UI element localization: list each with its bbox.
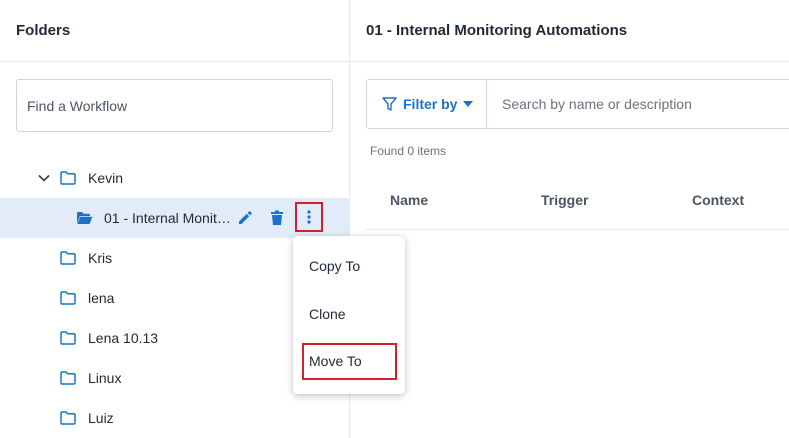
caret-down-icon [463, 101, 474, 107]
filter-icon [382, 97, 397, 111]
workflow-panel: 01 - Internal Monitoring Automations Fil… [350, 0, 789, 438]
tree-item-label: lena [88, 290, 115, 306]
folder-outline-icon [60, 171, 76, 185]
menu-item-clone[interactable]: Clone [309, 306, 346, 322]
table-header: Name Trigger Context [366, 170, 789, 230]
find-workflow-input[interactable] [16, 79, 333, 132]
menu-item-move-to[interactable]: Move To [309, 353, 362, 369]
column-header-context[interactable]: Context [692, 192, 744, 208]
delete-button[interactable] [266, 207, 288, 229]
tree-item-luiz[interactable]: Luiz [0, 398, 349, 438]
workflow-header: 01 - Internal Monitoring Automations [350, 0, 789, 62]
folder-context-menu: Copy To Clone Move To [293, 236, 405, 394]
folders-header: Folders [0, 0, 349, 62]
column-header-trigger[interactable]: Trigger [541, 192, 588, 208]
tree-item-label: Luiz [88, 410, 114, 426]
workflow-folder-title: 01 - Internal Monitoring Automations [366, 22, 628, 39]
tree-item-label: Linux [88, 370, 122, 386]
filter-by-button[interactable]: Filter by [367, 80, 487, 128]
chevron-down-icon[interactable] [37, 171, 51, 185]
folder-open-icon [77, 212, 93, 224]
tree-item-label: Lena 10.13 [88, 330, 159, 346]
tree-item-selected[interactable]: 01 - Internal Monit… [0, 198, 349, 238]
folder-outline-icon [60, 331, 76, 345]
search-description-input[interactable] [487, 80, 789, 128]
menu-item-copy-to[interactable]: Copy To [309, 258, 360, 274]
folder-outline-icon [60, 291, 76, 305]
folder-outline-icon [60, 371, 76, 385]
found-count: Found 0 items [370, 144, 447, 158]
filter-search-bar: Filter by [366, 79, 789, 129]
tree-item-kevin[interactable]: Kevin [0, 158, 349, 198]
trash-icon [271, 210, 283, 225]
folders-title: Folders [16, 22, 71, 39]
folder-outline-icon [60, 251, 76, 265]
tree-item-label: Kevin [88, 170, 124, 186]
edit-button[interactable] [234, 207, 256, 229]
vertical-dots-icon [307, 210, 311, 224]
folder-outline-icon [60, 411, 76, 425]
more-options-button[interactable] [295, 202, 323, 232]
pencil-icon [239, 211, 252, 224]
column-header-name[interactable]: Name [390, 192, 428, 208]
tree-item-label: Kris [88, 250, 113, 266]
filter-by-label: Filter by [403, 96, 458, 112]
tree-item-label: 01 - Internal Monit… [104, 210, 231, 226]
